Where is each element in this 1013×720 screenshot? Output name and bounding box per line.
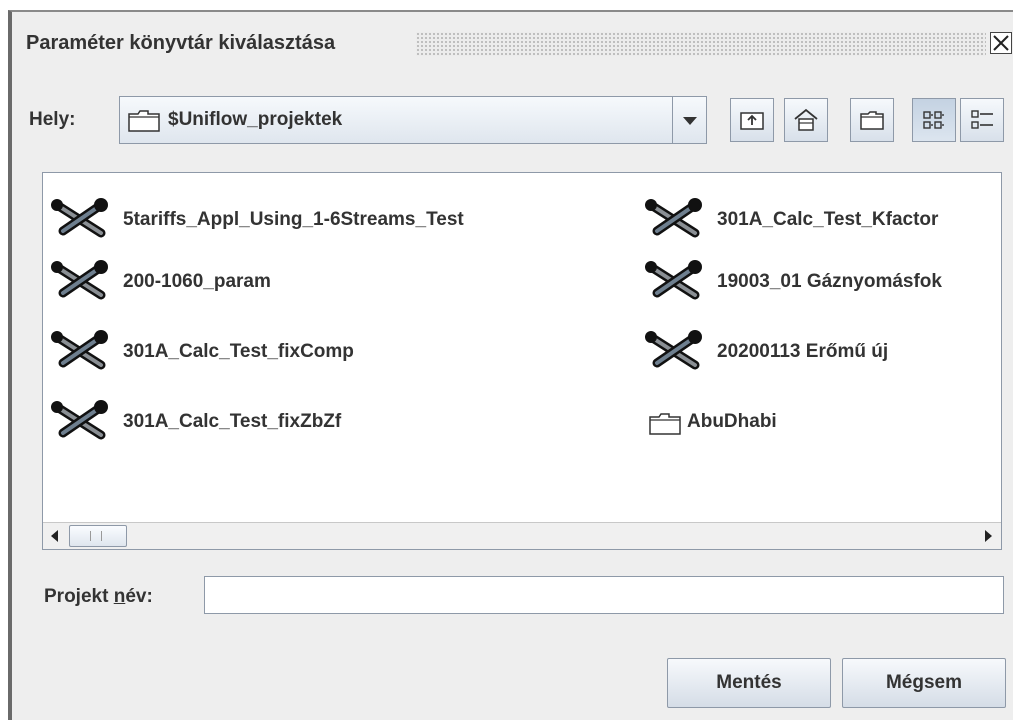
details-view-button[interactable] <box>960 98 1004 142</box>
chevron-down-icon[interactable] <box>672 97 707 143</box>
details-view-icon <box>971 110 993 129</box>
project-name-label-part: Projekt <box>44 586 114 607</box>
file-name: 20200113 Erőmű új <box>717 341 889 362</box>
file-chooser-dialog: Paraméter könyvtár kiválasztása Hely: $U… <box>8 10 1013 720</box>
close-icon <box>993 35 1009 51</box>
file-name: 200-1060_param <box>123 271 271 292</box>
tools-icon <box>51 260 108 300</box>
tools-icon <box>51 330 108 370</box>
save-button[interactable]: Mentés <box>667 658 831 708</box>
new-folder-button[interactable] <box>850 98 894 142</box>
scrollbar-thumb[interactable] <box>69 525 127 547</box>
title-bar: Paraméter könyvtár kiválasztása <box>12 24 1013 66</box>
file-name: 301A_Calc_Test_Kfactor <box>717 209 939 230</box>
new-folder-icon <box>860 111 884 130</box>
location-label: Hely: <box>29 109 76 130</box>
home-button[interactable] <box>784 98 828 142</box>
list-view-icon <box>923 111 944 129</box>
project-name-input[interactable] <box>204 576 1004 614</box>
location-combobox[interactable]: $Uniflow_projektek <box>119 96 707 144</box>
file-name: 5tariffs_Appl_Using_1-6Streams_Test <box>123 209 464 230</box>
title-bar-pattern <box>416 32 986 56</box>
tools-icon <box>645 260 702 300</box>
file-name: 301A_Calc_Test_fixZbZf <box>123 411 342 432</box>
cancel-button[interactable]: Mégsem <box>842 658 1006 708</box>
project-name-label: Projekt név: <box>44 586 153 608</box>
tools-icon <box>51 400 108 440</box>
scroll-left-icon[interactable] <box>45 525 67 547</box>
project-name-label-part: év: <box>125 586 153 607</box>
file-name: 19003_01 Gáznyomásfok <box>717 271 942 292</box>
tools-icon <box>51 198 108 238</box>
up-one-level-button[interactable] <box>730 98 774 142</box>
file-name: AbuDhabi <box>687 411 777 432</box>
close-button[interactable] <box>990 32 1012 54</box>
dialog-title: Paraméter könyvtár kiválasztása <box>26 32 336 54</box>
location-value: $Uniflow_projektek <box>168 109 343 130</box>
scroll-right-icon[interactable] <box>977 525 999 547</box>
folder-icon <box>649 413 681 435</box>
up-folder-icon <box>740 112 764 130</box>
list-view-button[interactable] <box>912 98 956 142</box>
file-name: 301A_Calc_Test_fixComp <box>123 341 354 362</box>
file-list[interactable]: 5tariffs_Appl_Using_1-6Streams_Test 200-… <box>42 172 1002 550</box>
tools-icon <box>645 198 702 238</box>
horizontal-scrollbar[interactable] <box>43 522 1001 549</box>
tools-icon <box>645 330 702 370</box>
home-icon <box>794 108 818 131</box>
folder-icon <box>128 110 160 132</box>
project-name-label-mnemonic: n <box>113 586 126 607</box>
